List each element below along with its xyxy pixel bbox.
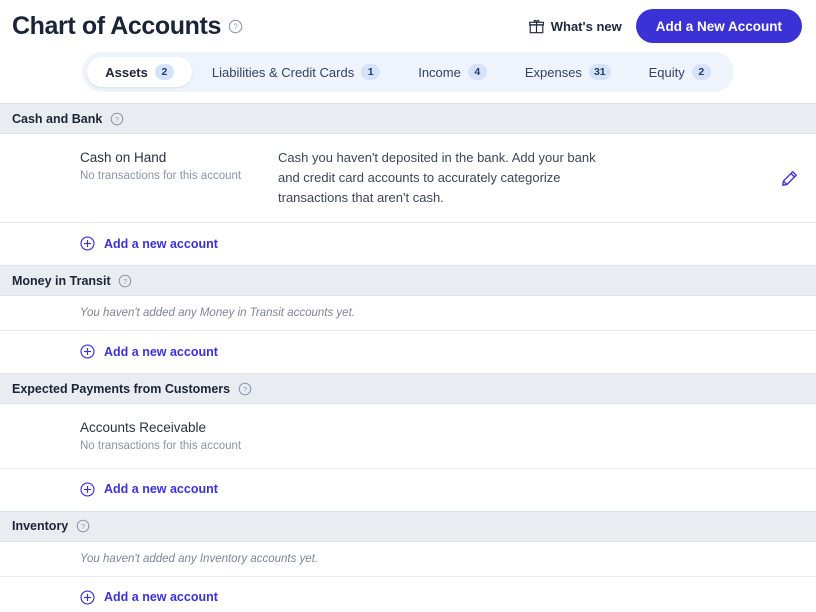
add-new-account-label: Add a new account <box>104 482 218 497</box>
add-account-row: Add a new account <box>0 331 816 373</box>
tab-count-badge: 2 <box>691 64 711 80</box>
account-name: Accounts Receivable <box>80 420 207 436</box>
section-header: Cash and Bank? <box>0 103 816 134</box>
account-name-column: Cash on Hand No transactions for this acc… <box>80 148 278 183</box>
section-title: Money in Transit <box>12 273 111 288</box>
svg-text:?: ? <box>81 522 85 531</box>
section-title: Cash and Bank <box>12 111 103 126</box>
account-row[interactable]: Accounts Receivable No transactions for t… <box>0 404 816 469</box>
section-header: Expected Payments from Customers? <box>0 373 816 405</box>
whats-new-button[interactable]: What's new <box>528 18 622 34</box>
tab-label: Liabilities & Credit Cards <box>211 64 355 80</box>
add-new-account-link[interactable]: Add a new account <box>80 590 218 605</box>
chart-of-accounts-page: Chart of Accounts ? What's new Add a New… <box>0 0 816 612</box>
add-new-account-link[interactable]: Add a new account <box>80 482 218 497</box>
help-circle-icon[interactable]: ? <box>109 111 124 126</box>
tab-label: Expenses <box>524 64 582 80</box>
help-circle-icon[interactable]: ? <box>237 381 252 396</box>
whats-new-label: What's new <box>550 18 622 34</box>
help-circle-icon[interactable]: ? <box>75 519 90 534</box>
account-subtext: No transactions for this account <box>80 439 242 452</box>
plus-circle-icon <box>80 482 95 497</box>
add-new-account-link[interactable]: Add a new account <box>80 236 218 251</box>
svg-text:?: ? <box>243 385 247 394</box>
svg-text:?: ? <box>123 277 127 286</box>
plus-circle-icon <box>80 344 95 359</box>
account-name: Cash on Hand <box>80 150 167 165</box>
help-circle-icon[interactable]: ? <box>228 19 243 34</box>
tab-income[interactable]: Income 4 <box>400 57 505 87</box>
add-account-row: Add a new account <box>0 223 816 265</box>
tab-count-badge: 1 <box>361 64 381 80</box>
tab-count-badge: 4 <box>467 64 487 80</box>
add-new-account-label: Add a new account <box>104 590 218 605</box>
gift-icon <box>528 19 544 34</box>
accounts-list: Cash and Bank? Cash on Hand No transaction… <box>0 103 816 612</box>
tab-equity[interactable]: Equity 2 <box>631 57 729 87</box>
empty-state-message: You haven't added any Money in Transit a… <box>0 296 816 332</box>
add-new-account-label: Add a new account <box>104 236 218 251</box>
tab-label: Equity <box>648 64 685 80</box>
empty-state-message: You haven't added any Inventory accounts… <box>0 542 816 577</box>
help-circle-icon[interactable]: ? <box>118 273 133 288</box>
add-new-account-link[interactable]: Add a new account <box>80 344 218 359</box>
account-name-column: Accounts Receivable No transactions for t… <box>80 418 278 453</box>
plus-circle-icon <box>80 590 95 605</box>
edit-account-pencil-icon[interactable] <box>776 165 802 191</box>
section-title: Expected Payments from Customers <box>12 381 231 396</box>
page-header: Chart of Accounts ? What's new Add a New… <box>0 0 816 52</box>
section-title: Inventory <box>12 519 69 534</box>
header-actions: What's new Add a New Account <box>528 9 802 43</box>
account-row[interactable]: Cash on Hand No transactions for this acc… <box>0 134 816 224</box>
tab-count-badge: 31 <box>588 64 611 80</box>
section-header: Inventory? <box>0 510 816 542</box>
title-group: Chart of Accounts ? <box>12 11 243 40</box>
tab-assets[interactable]: Assets 2 <box>87 57 192 87</box>
svg-text:?: ? <box>233 22 238 31</box>
add-account-row: Add a new account <box>0 577 816 612</box>
tab-liabilities-credit-cards[interactable]: Liabilities & Credit Cards 1 <box>194 57 398 87</box>
plus-circle-icon <box>80 236 95 251</box>
tab-expenses[interactable]: Expenses 31 <box>507 57 629 87</box>
add-new-account-label: Add a new account <box>104 344 218 359</box>
account-type-tabs: Assets 2 Liabilities & Credit Cards 1 Income… <box>82 52 734 92</box>
page-title: Chart of Accounts <box>12 11 221 40</box>
add-a-new-account-button[interactable]: Add a New Account <box>635 9 802 43</box>
svg-text:?: ? <box>115 114 119 123</box>
tabs-row: Assets 2 Liabilities & Credit Cards 1 Income… <box>0 52 816 103</box>
tab-count-badge: 2 <box>154 64 174 80</box>
account-subtext: No transactions for this account <box>80 169 242 182</box>
tab-label: Assets <box>105 64 148 80</box>
add-account-row: Add a new account <box>0 469 816 511</box>
tab-label: Income <box>418 64 461 80</box>
account-description: Cash you haven't deposited in the bank. … <box>278 150 596 206</box>
section-header: Money in Transit? <box>0 265 816 297</box>
